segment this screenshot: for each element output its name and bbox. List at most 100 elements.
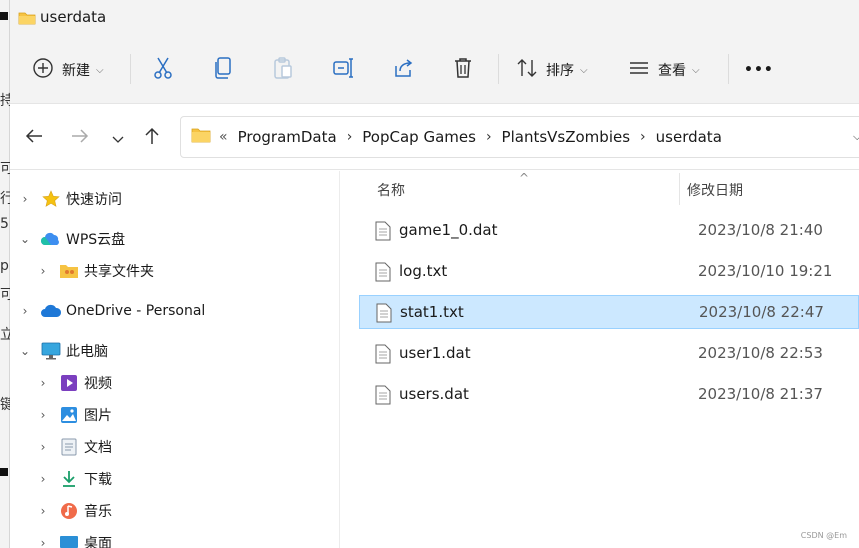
nav-item-music[interactable]: › 音乐 (36, 496, 112, 526)
nav-item-quick-access[interactable]: › 快速访问 (18, 184, 122, 214)
chevron-right-icon[interactable]: › (486, 129, 492, 145)
chevron-down-icon[interactable]: ⌄ (18, 344, 32, 358)
chevron-down-icon: ⌵ (96, 64, 104, 76)
star-icon (40, 189, 62, 209)
nav-item-label: OneDrive - Personal (66, 303, 206, 319)
column-header-name[interactable]: 名称 (377, 180, 405, 200)
file-date: 2023/10/8 21:40 (698, 221, 823, 239)
chevron-right-icon[interactable]: › (36, 536, 50, 548)
nav-item-this-pc[interactable]: ⌄ 此电脑 (18, 336, 108, 366)
toolbar-divider (130, 54, 131, 84)
column-divider[interactable] (679, 173, 680, 205)
view-button[interactable]: 查看 ⌵ (628, 50, 700, 90)
chevron-down-icon: ⌵ (580, 64, 588, 76)
nav-item-desktop[interactable]: › 桌面 (36, 528, 112, 548)
paste-button[interactable] (272, 50, 294, 90)
chevron-down-icon[interactable]: ⌄ (18, 232, 32, 246)
breadcrumb-userdata[interactable]: userdata (656, 128, 722, 146)
chevron-right-icon[interactable]: › (640, 129, 646, 145)
file-date: 2023/10/10 19:21 (698, 262, 833, 280)
title-bar: userdata (10, 0, 859, 36)
background-text: 键 (0, 397, 10, 413)
monitor-icon (40, 341, 62, 361)
nav-item-wps-cloud[interactable]: ⌄ WPS云盘 (18, 224, 125, 254)
address-bar[interactable]: « ProgramData › PopCap Games › PlantsVsZ… (180, 116, 859, 158)
recent-locations-button[interactable] (104, 124, 132, 152)
chevron-right-icon[interactable]: › (36, 408, 50, 422)
nav-item-onedrive[interactable]: › OneDrive - Personal (18, 296, 206, 326)
chevron-right-icon[interactable]: › (36, 504, 50, 518)
nav-item-label: 桌面 (84, 536, 112, 548)
folder-icon (18, 10, 36, 30)
navigation-pane: › 快速访问 ⌄ WPS云盘 › 共享文件夹 › OneDrive - Pers… (10, 171, 340, 548)
chevron-right-icon[interactable]: › (18, 304, 32, 318)
file-name: game1_0.dat (399, 221, 498, 239)
nav-item-label: 此电脑 (66, 344, 108, 360)
background-text: 可 (0, 161, 10, 177)
background-text: 持 (0, 93, 10, 109)
nav-item-label: WPS云盘 (66, 232, 126, 248)
cloud-icon (40, 229, 62, 249)
back-button[interactable] (20, 124, 48, 152)
chevron-right-icon[interactable]: › (36, 440, 50, 454)
more-options-button[interactable]: ••• (744, 50, 774, 90)
breadcrumb-plantsvszombies[interactable]: PlantsVsZombies (502, 128, 630, 146)
file-row[interactable]: users.dat 2023/10/8 21:37 (359, 378, 859, 412)
chevron-right-icon[interactable]: › (347, 129, 353, 145)
column-header-date-modified[interactable]: 修改日期 (687, 180, 743, 200)
breadcrumb-programdata[interactable]: ProgramData (238, 128, 337, 146)
music-icon (58, 501, 80, 521)
download-icon (58, 469, 80, 489)
new-label: 新建 (62, 63, 90, 79)
arrow-right-icon (71, 128, 89, 148)
scissors-icon (152, 56, 174, 84)
file-date: 2023/10/8 22:53 (698, 344, 823, 362)
nav-item-videos[interactable]: › 视频 (36, 368, 112, 398)
nav-item-downloads[interactable]: › 下载 (36, 464, 112, 494)
nav-item-label: 共享文件夹 (84, 264, 154, 280)
new-button[interactable]: 新建 ⌵ (32, 50, 104, 90)
sort-button[interactable]: 排序 ⌵ (516, 50, 588, 90)
share-button[interactable] (392, 50, 416, 90)
list-view-icon (628, 57, 650, 83)
nav-item-label: 快速访问 (66, 192, 122, 208)
column-header-row: ^ 名称 修改日期 (341, 171, 859, 205)
nav-item-shared-folder[interactable]: › 共享文件夹 (36, 256, 154, 286)
breadcrumb-popcap-games[interactable]: PopCap Games (362, 128, 476, 146)
toolbar-divider (728, 54, 729, 84)
chevron-right-icon[interactable]: › (36, 472, 50, 486)
nav-item-pictures[interactable]: › 图片 (36, 400, 112, 430)
file-icon (375, 221, 391, 245)
file-name: user1.dat (399, 344, 471, 362)
file-name: stat1.txt (400, 303, 464, 321)
desktop-icon (58, 533, 80, 548)
forward-button[interactable] (66, 124, 94, 152)
file-name: log.txt (399, 262, 448, 280)
background-text: 5 (0, 216, 9, 232)
up-button[interactable] (138, 124, 166, 152)
arrow-left-icon (25, 128, 43, 148)
file-row[interactable]: game1_0.dat 2023/10/8 21:40 (359, 214, 859, 248)
file-row-selected[interactable]: stat1.txt 2023/10/8 22:47 (359, 295, 859, 329)
view-label: 查看 (658, 63, 686, 79)
chevron-right-icon[interactable]: › (36, 376, 50, 390)
file-row[interactable]: log.txt 2023/10/10 19:21 (359, 255, 859, 289)
video-icon (58, 373, 80, 393)
nav-item-documents[interactable]: › 文档 (36, 432, 112, 462)
file-icon (375, 385, 391, 409)
cut-button[interactable] (152, 50, 174, 90)
chevron-right-icon[interactable]: › (36, 264, 50, 278)
background-mark (0, 468, 8, 476)
address-dropdown-icon[interactable]: ⌵ (853, 130, 859, 144)
shared-folder-icon (58, 261, 80, 281)
overflow-crumb[interactable]: « (219, 129, 228, 145)
copy-button[interactable] (212, 50, 234, 90)
delete-button[interactable] (452, 50, 474, 90)
rename-icon (332, 56, 356, 84)
chevron-right-icon[interactable]: › (18, 192, 32, 206)
clipboard-icon (272, 56, 294, 84)
file-row[interactable]: user1.dat 2023/10/8 22:53 (359, 337, 859, 371)
file-icon (375, 262, 391, 286)
rename-button[interactable] (332, 50, 356, 90)
document-icon (58, 437, 80, 457)
